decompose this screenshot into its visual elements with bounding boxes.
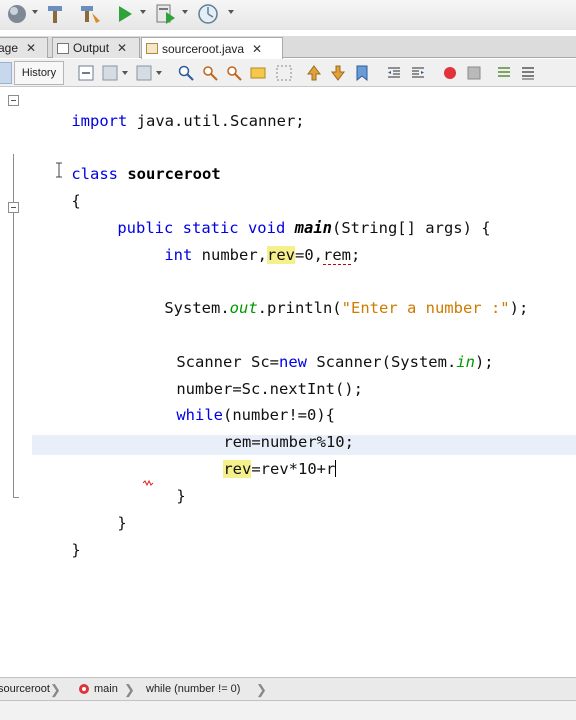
status-bar <box>0 701 576 720</box>
text-cursor-pointer-icon <box>56 162 62 178</box>
breadcrumb-block-label: while (number != 0) <box>146 683 241 695</box>
code-line-variable-declaration: int number,rev=0,rem; <box>127 225 360 265</box>
tab-history-label: History <box>21 67 57 79</box>
uncomment-icon[interactable] <box>520 65 536 81</box>
breadcrumb-method[interactable]: main <box>78 683 118 695</box>
code-line-import: import java.util.Scanner; <box>34 91 304 130</box>
tab-label: Output <box>73 41 110 55</box>
last-edit-icon[interactable] <box>78 65 94 81</box>
highlighted-variable: rev <box>223 460 252 478</box>
keyword-int: int <box>164 246 193 264</box>
chevron-down-icon[interactable] <box>32 10 38 14</box>
fold-end-marker <box>13 497 19 498</box>
chevron-right-icon: ❯ <box>124 682 135 697</box>
breadcrumb-block[interactable]: while (number != 0) <box>146 683 240 695</box>
chevron-down-icon[interactable] <box>156 71 162 75</box>
breadcrumb: sourceroot ❯ main ❯ while (number != 0) … <box>0 677 576 701</box>
java-file-icon <box>146 43 158 54</box>
globe-icon[interactable] <box>6 3 28 25</box>
debug-icon[interactable] <box>154 3 178 25</box>
start-macro-recording-icon[interactable] <box>442 65 458 81</box>
find-previous-icon[interactable] <box>202 65 218 81</box>
toggle-highlight-icon[interactable] <box>250 65 266 81</box>
class-name: sourceroot <box>127 165 221 183</box>
chevron-right-icon: ❯ <box>256 682 267 697</box>
tab-label: sourceroot.java <box>162 41 245 56</box>
comment-icon[interactable] <box>496 65 512 81</box>
code-line-method-close-brace: } <box>80 493 126 532</box>
code-text: } <box>176 487 186 505</box>
chevron-down-icon[interactable] <box>228 10 234 14</box>
main-toolbar <box>0 0 576 30</box>
clean-build-icon[interactable] <box>78 3 102 25</box>
find-icon[interactable] <box>178 65 194 81</box>
text-caret <box>335 460 337 477</box>
static-field: out <box>229 299 258 317</box>
back-icon[interactable] <box>102 65 118 81</box>
build-hammer-icon[interactable] <box>44 3 66 25</box>
code-line-class-close-brace: } <box>34 520 80 559</box>
code-text: } <box>117 514 127 532</box>
code-text: System. <box>164 299 230 317</box>
breadcrumb-method-label: main <box>94 683 118 695</box>
code-line-while: while(number!=0){ <box>139 385 335 424</box>
fold-toggle-icon[interactable] <box>8 95 19 106</box>
code-text: .println( <box>257 299 342 317</box>
editor-toolbar: History <box>0 59 576 87</box>
code-line-remainder: rem=number%10; <box>186 412 354 451</box>
breadcrumb-class[interactable]: sourceroot <box>0 683 50 695</box>
highlighted-variable: rev <box>266 246 295 264</box>
code-line-class-declaration: class sourceroot <box>34 144 220 183</box>
code-line-println: System.out.println("Enter a number :"); <box>127 278 528 317</box>
find-next-icon[interactable] <box>226 65 242 81</box>
toggle-bookmark-icon[interactable] <box>354 65 370 81</box>
editor-tab-bar: age ✕ Output ✕ sourceroot.java ✕ <box>0 36 576 59</box>
tab-output[interactable]: Output ✕ <box>52 37 140 58</box>
run-icon[interactable] <box>116 3 134 25</box>
code-line-reverse: rev=rev*10+r <box>186 439 337 478</box>
code-text: ; <box>350 246 361 264</box>
string-literal: "Enter a number :" <box>341 299 510 317</box>
code-text: java.util.Scanner; <box>127 112 305 130</box>
code-text: } <box>71 541 81 559</box>
profile-icon[interactable] <box>196 3 220 25</box>
code-line-scanner: Scanner Sc=new Scanner(System.in); <box>139 332 493 371</box>
previous-bookmark-icon[interactable] <box>306 65 322 81</box>
code-line-main-method: public static void main(String[] args) { <box>80 198 490 237</box>
next-bookmark-icon[interactable] <box>330 65 346 81</box>
close-icon[interactable]: ✕ <box>252 42 262 56</box>
output-icon <box>57 42 69 54</box>
tab-source[interactable] <box>0 62 12 84</box>
chevron-down-icon[interactable] <box>122 71 128 75</box>
tab-history[interactable]: History <box>14 61 64 85</box>
fold-toggle-icon[interactable] <box>8 202 19 213</box>
chevron-down-icon[interactable] <box>140 10 146 14</box>
close-icon[interactable]: ✕ <box>26 41 36 55</box>
code-text: number, <box>192 246 267 264</box>
tab-start-page[interactable]: age ✕ <box>0 37 48 58</box>
chevron-right-icon: ❯ <box>50 682 61 697</box>
chevron-down-icon[interactable] <box>182 10 188 14</box>
breadcrumb-class-label: sourceroot <box>0 683 50 695</box>
code-text: ); <box>509 299 529 317</box>
code-editor[interactable]: import java.util.Scanner; class sourcero… <box>0 88 576 676</box>
error-squiggle <box>143 480 153 486</box>
code-text: =rev*10+r <box>251 460 336 478</box>
rectangular-selection-icon[interactable] <box>276 65 292 81</box>
stop-macro-recording-icon[interactable] <box>466 65 482 81</box>
keyword-import: import <box>71 112 128 130</box>
unused-variable: rem <box>322 246 351 265</box>
static-field: in <box>456 353 475 371</box>
code-text: ); <box>474 353 494 371</box>
tab-sourceroot-java[interactable]: sourceroot.java ✕ <box>141 37 283 59</box>
shift-right-icon[interactable] <box>410 65 426 81</box>
method-icon <box>79 684 89 694</box>
close-icon[interactable]: ✕ <box>117 41 127 55</box>
shift-left-icon[interactable] <box>386 65 402 81</box>
tab-label: age <box>0 41 19 55</box>
code-text: =0, <box>294 246 323 264</box>
forward-icon[interactable] <box>136 65 152 81</box>
code-line-read-number: number=Sc.nextInt(); <box>139 359 363 398</box>
